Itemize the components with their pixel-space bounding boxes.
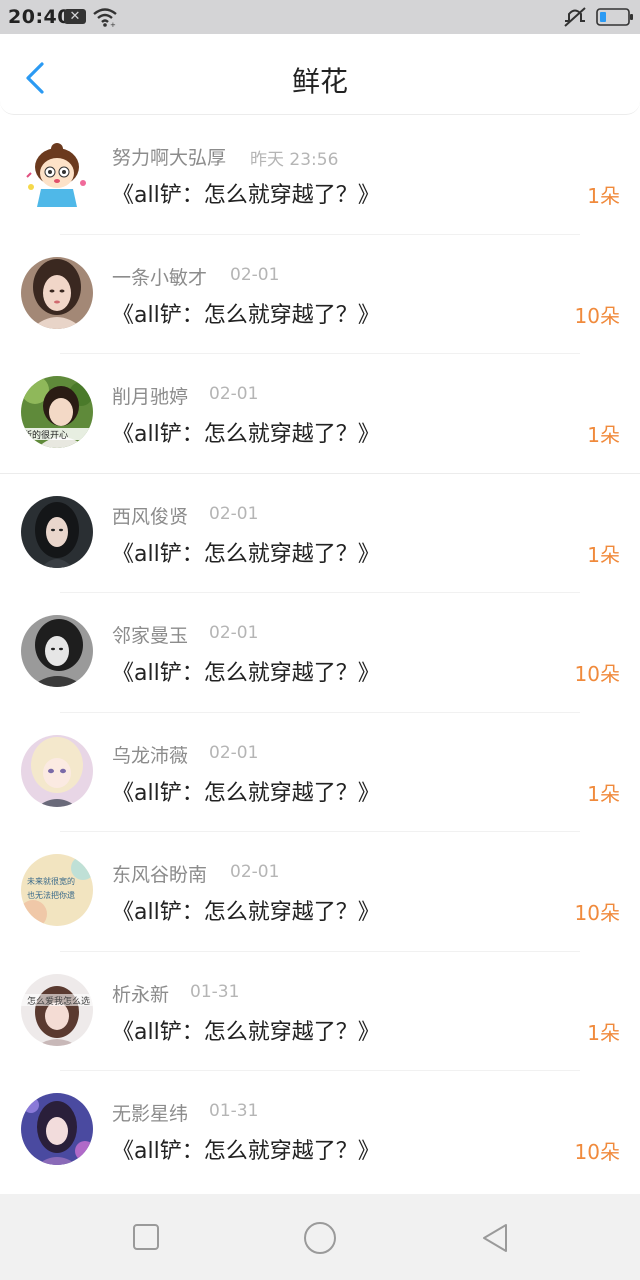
avatar-caption: 怎么爱我怎么选 [27,995,90,1007]
avatar[interactable] [21,256,93,329]
svg-text:+: + [110,21,116,28]
flower-count: 1朵 [587,423,620,447]
user-name: 削月驰婷 [112,386,189,408]
list-item[interactable]: 乌龙沛薇 02-01 《all铲：怎么就穿越了？》 1朵 [0,713,640,832]
flower-count: 1朵 [587,1020,620,1045]
flower-count: 1朵 [587,542,620,567]
list-item[interactable]: 未来就很宽的 也无法把你遗 东风谷盼南 02-01 《all铲：怎么就穿越了？》… [0,832,640,952]
book-title: 《all铲：怎么就穿越了？》 [112,900,380,925]
flower-count: 1朵 [587,781,620,806]
timestamp: 02-01 [209,623,259,643]
avatar[interactable] [21,1093,93,1165]
book-title: 《all铲：怎么就穿越了？》 [112,1019,380,1045]
timestamp: 昨天 23:56 [250,150,339,170]
list-item[interactable]: 一条小敏才 02-01 《all铲：怎么就穿越了？》 10朵 [0,235,640,354]
system-nav-bar [0,1194,640,1280]
notification-x-icon: ✕ [64,9,86,24]
list-item[interactable]: 邻家曼玉 02-01 《all铲：怎么就穿越了？》 10朵 [0,593,640,713]
timestamp: 02-01 [209,384,259,404]
avatar[interactable]: 怎么爱我怎么选 [21,973,93,1046]
list-item[interactable]: 无影星纬 01-31 《all铲：怎么就穿越了？》 10朵 [0,1071,640,1191]
user-name: 东风谷盼南 [112,864,208,886]
avatar[interactable]: 所的很开心 [21,376,93,448]
timestamp: 02-01 [230,862,280,882]
book-title: 《all铲：怎么就穿越了？》 [112,541,380,567]
flower-count: 10朵 [574,1140,620,1164]
avatar[interactable] [21,615,93,687]
book-title: 《all铲：怎么就穿越了？》 [112,1139,380,1164]
timestamp: 02-01 [230,264,280,285]
timestamp: 02-01 [209,503,259,524]
flower-list: 努力啊大弘厚 昨天 23:56 《all铲：怎么就穿越了？》 1朵 一条小敏才 … [0,115,640,1191]
recents-square-icon[interactable] [132,1223,160,1251]
avatar[interactable]: 未来就很宽的 也无法把你遗 [21,854,93,926]
list-item[interactable]: 努力啊大弘厚 昨天 23:56 《all铲：怎么就穿越了？》 1朵 [0,115,640,235]
flower-count: 10朵 [574,303,620,328]
book-title: 《all铲：怎么就穿越了？》 [112,661,380,686]
user-name: 一条小敏才 [112,266,208,289]
list-item[interactable]: 怎么爱我怎么选 析永新 01-31 《all铲：怎么就穿越了？》 1朵 [0,952,640,1071]
user-name: 乌龙沛薇 [112,744,189,767]
avatar[interactable] [21,137,93,209]
avatar-caption: 未来就很宽的 [27,876,75,886]
timestamp: 01-31 [190,981,240,1002]
flower-count: 10朵 [574,662,620,686]
user-name: 无影星纬 [112,1103,189,1125]
avatar[interactable] [21,495,93,568]
page-title: 鲜花 [291,65,348,98]
book-title: 《all铲：怎么就穿越了？》 [112,780,380,806]
user-name: 西风俊贤 [112,505,189,528]
timestamp: 02-01 [209,742,259,763]
avatar[interactable] [21,734,93,807]
home-circle-icon[interactable] [303,1221,337,1255]
book-title: 《all铲：怎么就穿越了？》 [112,422,380,447]
mute-icon [564,7,586,27]
user-name: 努力啊大弘厚 [112,147,227,169]
avatar-caption: 也无法把你遗 [27,890,75,900]
book-title: 《all铲：怎么就穿越了？》 [112,183,380,208]
wifi-icon: + [93,8,117,28]
status-bar: 20:40 ✕ + [0,0,640,34]
list-item[interactable]: 西风俊贤 02-01 《all铲：怎么就穿越了？》 1朵 [0,474,640,593]
user-name: 析永新 [112,983,170,1006]
book-title: 《all铲：怎么就穿越了？》 [112,302,380,328]
user-name: 邻家曼玉 [112,625,189,647]
flower-count: 10朵 [574,901,620,925]
timestamp: 01-31 [209,1101,259,1121]
list-item[interactable]: 所的很开心 削月驰婷 02-01 《all铲：怎么就穿越了？》 1朵 [0,354,640,474]
status-time: 20:40 [8,6,71,28]
battery-icon [596,8,633,26]
flower-count: 1朵 [587,184,620,208]
header: 鲜花 [0,34,640,115]
avatar-caption: 所的很开心 [23,429,68,441]
back-triangle-icon[interactable] [480,1222,510,1254]
